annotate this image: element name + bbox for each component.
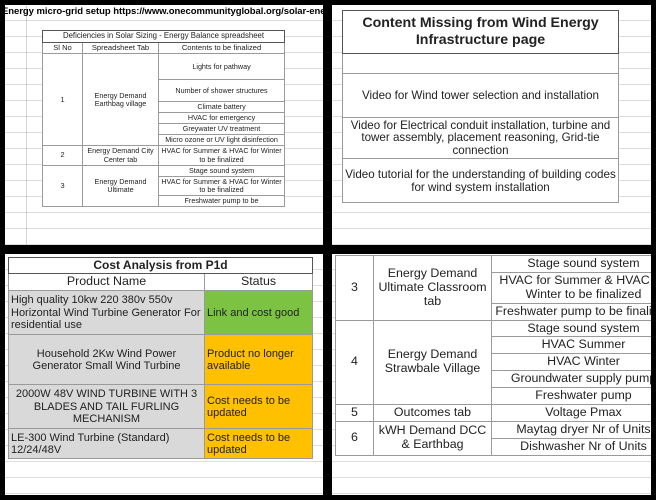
table-row: 2 Energy Demand City Center tab HVAC for… (42, 145, 286, 166)
table-row: LE-300 Wind Turbine (Standard) 12/24/48V… (8, 428, 314, 460)
row-content: Stage sound system (491, 319, 651, 338)
row-content: Groundwater supply pump (491, 370, 651, 389)
row-content: Freshwater pump to be finalized (491, 302, 651, 321)
row-content: Stage sound system (491, 255, 651, 273)
row-number: 4 (335, 319, 374, 406)
column-header-status: Status (203, 273, 314, 292)
column-header-sl-no: Sl No (42, 41, 83, 55)
row-content: HVAC Summer (491, 336, 651, 355)
row-number: 3 (42, 164, 83, 207)
table-row (342, 52, 619, 74)
energy-demand-deficiencies-table: 3 Energy Demand Ultimate Classroom tab S… (335, 255, 651, 456)
table-row: 1 Energy Demand Earthbag village Lights … (42, 53, 286, 147)
product-name-cell: 2000W 48V WIND TURBINE WITH 3 BLADES AND… (8, 384, 205, 430)
panel-bottom-left: Cost Analysis from P1d Product Name Stat… (5, 254, 323, 495)
product-name-cell: High quality 10kw 220 380v 550v Horizont… (8, 290, 205, 336)
table-row: 3 Energy Demand Ultimate Stage sound sys… (42, 164, 286, 207)
row-content: Lights for pathway (157, 53, 286, 81)
row-content: Dishwasher Nr of Units (491, 437, 651, 456)
row-content: Video for Wind tower selection and insta… (342, 72, 619, 118)
table-row: 4 Energy Demand Strawbale Village Stage … (335, 319, 651, 406)
table-row: Video for Electrical conduit installatio… (342, 116, 619, 160)
row-content: Maytag dryer Nr of Units (491, 420, 651, 439)
row-content: HVAC for emergency (157, 112, 286, 125)
table-title: Content Missing from Wind Energy Infrast… (342, 10, 619, 54)
column-header-product-name: Product Name (8, 273, 205, 292)
row-content: Voltage Pmax (491, 404, 651, 422)
row-tab-name: Energy Demand Ultimate Classroom tab (373, 255, 492, 321)
table-row: High quality 10kw 220 380v 550v Horizont… (8, 290, 314, 336)
panel-top-right: Content Missing from Wind Energy Infrast… (332, 5, 651, 245)
row-content: HVAC Winter (491, 353, 651, 372)
row-content: Freshwater pump (491, 387, 651, 406)
row-tab-name: Energy Demand Earthbag village (82, 53, 159, 147)
panel-bottom-right: 3 Energy Demand Ultimate Classroom tab S… (332, 254, 651, 495)
table-row: Video for Wind tower selection and insta… (342, 72, 619, 118)
row-tab-name: kWH Demand DCC & Earthbag (373, 420, 492, 456)
table-header-row: Product Name Status (8, 273, 314, 292)
row-content: Video tutorial for the understanding of … (342, 158, 619, 204)
row-content: HVAC for Summer & HVAC for Winter to be … (157, 145, 286, 166)
row-tab-name: Energy Demand Strawbale Village (373, 319, 492, 406)
column-header-contents: Contents to be finalized (157, 41, 286, 55)
cost-analysis-table: Cost Analysis from P1d Product Name Stat… (7, 256, 314, 460)
row-content: Micro ozone or UV light disinfection (157, 134, 286, 147)
row-content: Climate battery (157, 101, 286, 114)
status-badge: Link and cost good (203, 290, 314, 336)
table-row: 3 Energy Demand Ultimate Classroom tab S… (335, 255, 651, 321)
product-name-cell: LE-300 Wind Turbine (Standard) 12/24/48V (8, 428, 205, 460)
table-row: Household 2Kw Wind Power Generator Small… (8, 334, 314, 386)
energy-microgrid-url-caption: Energy micro-grid setup https://www.onec… (5, 6, 323, 17)
row-tab-name: Energy Demand Ultimate (82, 164, 159, 207)
wind-energy-missing-content-table: Content Missing from Wind Energy Infrast… (342, 10, 619, 204)
table-row: Video tutorial for the understanding of … (342, 158, 619, 204)
row-content: Video for Electrical conduit installatio… (342, 116, 619, 160)
table-title-row: Cost Analysis from P1d (7, 256, 314, 275)
status-badge: Cost needs to be updated (203, 384, 314, 430)
table-row: 5 Outcomes tab Voltage Pmax (335, 404, 651, 422)
table-title: Deficiencies in Solar Sizing - Energy Ba… (41, 30, 286, 43)
status-badge: Product no longer available (203, 334, 314, 386)
table-header-row: Sl No Spreadsheet Tab Contents to be fin… (42, 41, 286, 55)
product-name-cell: Household 2Kw Wind Power Generator Small… (8, 334, 205, 386)
four-panel-collage: Energy micro-grid setup https://www.onec… (0, 0, 656, 500)
row-number: 1 (42, 53, 83, 147)
row-tab-name: Outcomes tab (373, 404, 492, 422)
table-row: 2000W 48V WIND TURBINE WITH 3 BLADES AND… (8, 384, 314, 430)
row-content-empty (342, 52, 619, 74)
row-content: HVAC for Summer & HVAC for Winter to be … (491, 271, 651, 304)
row-content: Freshwater pump to be (157, 194, 286, 207)
row-content: HVAC for Summer & HVAC for Winter to be … (157, 175, 286, 196)
deficiencies-solar-sizing-table: Deficiencies in Solar Sizing - Energy Ba… (41, 30, 286, 207)
table-title-row: Content Missing from Wind Energy Infrast… (342, 10, 619, 54)
row-content: Greywater UV treatment (157, 123, 286, 136)
table-title: Cost Analysis from P1d (7, 256, 314, 275)
row-tab-name: Energy Demand City Center tab (82, 145, 159, 166)
status-badge: Cost needs to be updated (203, 428, 314, 460)
row-number: 5 (335, 404, 374, 422)
row-content: Stage sound system (157, 164, 286, 177)
table-title-row: Deficiencies in Solar Sizing - Energy Ba… (41, 30, 286, 43)
row-number: 3 (335, 255, 374, 321)
panel-top-left: Energy micro-grid setup https://www.onec… (5, 5, 323, 245)
row-number: 2 (42, 145, 83, 166)
column-header-spreadsheet-tab: Spreadsheet Tab (82, 41, 159, 55)
table-row: 6 kWH Demand DCC & Earthbag Maytag dryer… (335, 420, 651, 456)
row-content: Number of shower structures (157, 79, 286, 103)
row-number: 6 (335, 420, 374, 456)
